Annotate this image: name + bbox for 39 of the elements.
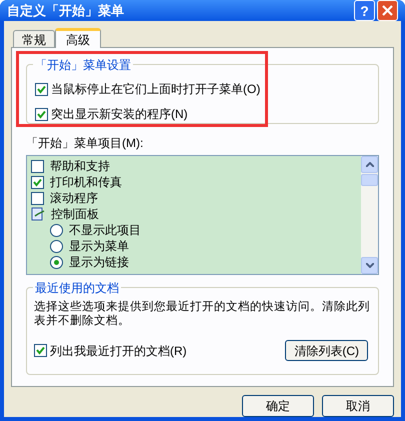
list-label: 「开始」菜单项目(M): <box>26 135 144 152</box>
scroll-thumb[interactable] <box>361 174 378 186</box>
list-item[interactable]: 控制面板 <box>51 205 99 223</box>
help-button[interactable]: ? <box>354 0 375 21</box>
radio-button[interactable] <box>50 240 63 252</box>
checkbox[interactable] <box>34 344 47 357</box>
window-title: 自定义「开始」菜单 <box>7 2 125 20</box>
list-item[interactable]: 帮助和支持 <box>50 157 110 175</box>
radio-button[interactable] <box>50 256 63 268</box>
dialog-button[interactable]: 取消 <box>322 395 394 417</box>
checkbox[interactable] <box>35 108 48 120</box>
close-button[interactable] <box>377 0 398 21</box>
checkbox[interactable] <box>31 192 44 204</box>
checkbox[interactable] <box>35 82 48 96</box>
checkbox[interactable] <box>31 160 44 172</box>
description-text: 选择这些选项来提供到您最近打开的文档的快速访问。清除此列表并不删除文档。 <box>34 300 371 328</box>
list-item[interactable]: 显示为链接 <box>69 253 129 271</box>
control-panel-icon <box>31 207 45 221</box>
list-item[interactable]: 滚动程序 <box>50 189 98 207</box>
list-item[interactable]: 打印机和传真 <box>50 173 122 191</box>
option-label[interactable]: 列出我最近打开的文档(R) <box>50 342 187 360</box>
chevron-down-icon <box>366 263 374 268</box>
scroll-down-button[interactable] <box>361 257 378 274</box>
option-label[interactable]: 突出显示新安装的程序(N) <box>51 105 188 123</box>
close-icon <box>382 5 393 16</box>
clear-list-button[interactable]: 清除列表(C) <box>285 340 368 361</box>
group-title: 「开始」菜单设置 <box>33 56 133 74</box>
tab[interactable]: 高级 <box>55 28 101 48</box>
tab[interactable]: 常规 <box>13 30 55 47</box>
group-title: 最近使用的文档 <box>33 279 121 297</box>
list-item[interactable]: 显示为菜单 <box>69 237 129 255</box>
checkbox[interactable] <box>31 176 44 188</box>
dialog-button[interactable]: 确定 <box>242 395 314 417</box>
radio-button[interactable] <box>50 224 63 236</box>
scrollbar[interactable] <box>361 156 378 274</box>
option-label[interactable]: 当鼠标停止在它们上面时打开子菜单(O) <box>51 80 260 98</box>
chevron-up-icon <box>366 162 374 167</box>
scroll-up-button[interactable] <box>361 156 378 173</box>
list-item[interactable]: 不显示此项目 <box>69 221 141 239</box>
